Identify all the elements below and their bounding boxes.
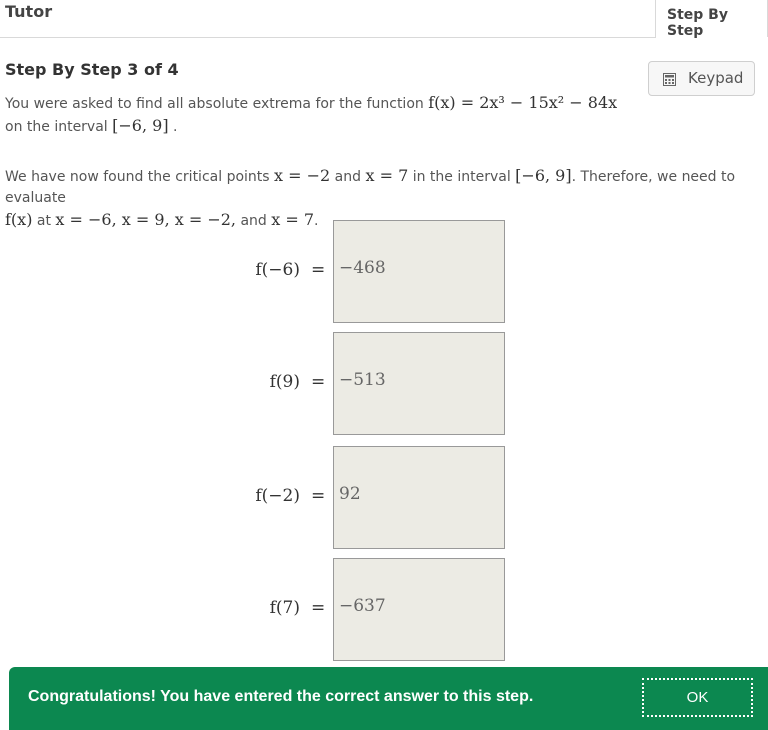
answer-input-4[interactable]: −637 [333, 558, 505, 661]
answer-input-3[interactable]: 92 [333, 446, 505, 549]
equation-equals-4: = [311, 598, 326, 618]
answer-value-4: −637 [339, 596, 386, 616]
critical-text-1: We have now found the critical points [5, 169, 270, 185]
answer-input-1[interactable]: −468 [333, 220, 505, 323]
calculator-icon [663, 73, 676, 86]
critical-interval: [−6, 9] [515, 166, 572, 185]
tutor-header: Tutor Step By Step [0, 0, 768, 39]
critical-point-2: x = 7 [365, 166, 409, 185]
ok-button[interactable]: OK [642, 678, 753, 717]
critical-text-3: in the interval [412, 169, 511, 185]
tutor-title: Tutor [5, 2, 53, 21]
tab-step-by-step-label: Step By Step [667, 7, 728, 39]
equation-label-3: f(−2) [255, 486, 300, 506]
interval-expression: [−6, 9] [112, 116, 169, 135]
header-divider [0, 37, 656, 38]
tab-step-by-step[interactable]: Step By Step [655, 0, 768, 39]
critical-point-1: x = −2 [274, 166, 331, 185]
intro-text-3: . [173, 119, 178, 135]
answer-value-2: −513 [339, 370, 386, 390]
critical-fx: f(x) [5, 210, 33, 229]
step-title: Step By Step 3 of 4 [5, 60, 179, 79]
answer-value-3: 92 [339, 484, 361, 504]
evaluation-points: x = −6, x = 9, x = −2, [55, 210, 237, 229]
problem-statement: You were asked to find all absolute extr… [5, 92, 645, 138]
intro-text-1: You were asked to find all absolute extr… [5, 96, 424, 112]
keypad-label: Keypad [688, 69, 744, 87]
answer-value-1: −468 [339, 258, 386, 278]
equation-label-2: f(9) [269, 372, 300, 392]
keypad-button[interactable]: Keypad [648, 61, 755, 96]
equation-equals-3: = [311, 486, 326, 506]
function-expression: f(x) = 2x³ − 15x² − 84x [428, 93, 618, 112]
success-message: Congratulations! You have entered the co… [28, 688, 534, 705]
critical-text-5: at [36, 213, 51, 229]
evaluation-last-point: x = 7 [271, 210, 315, 229]
equation-label-4: f(7) [269, 598, 300, 618]
critical-text-7: . [314, 213, 319, 229]
critical-text-6: and [240, 213, 267, 229]
equation-equals-2: = [311, 372, 326, 392]
ok-button-label: OK [686, 689, 709, 706]
equation-equals-1: = [311, 260, 326, 280]
equation-label-1: f(−6) [255, 260, 300, 280]
success-feedback-bar: Congratulations! You have entered the co… [9, 667, 768, 730]
critical-text-2: and [334, 169, 362, 185]
answer-input-2[interactable]: −513 [333, 332, 505, 435]
intro-text-2: on the interval [5, 119, 108, 135]
